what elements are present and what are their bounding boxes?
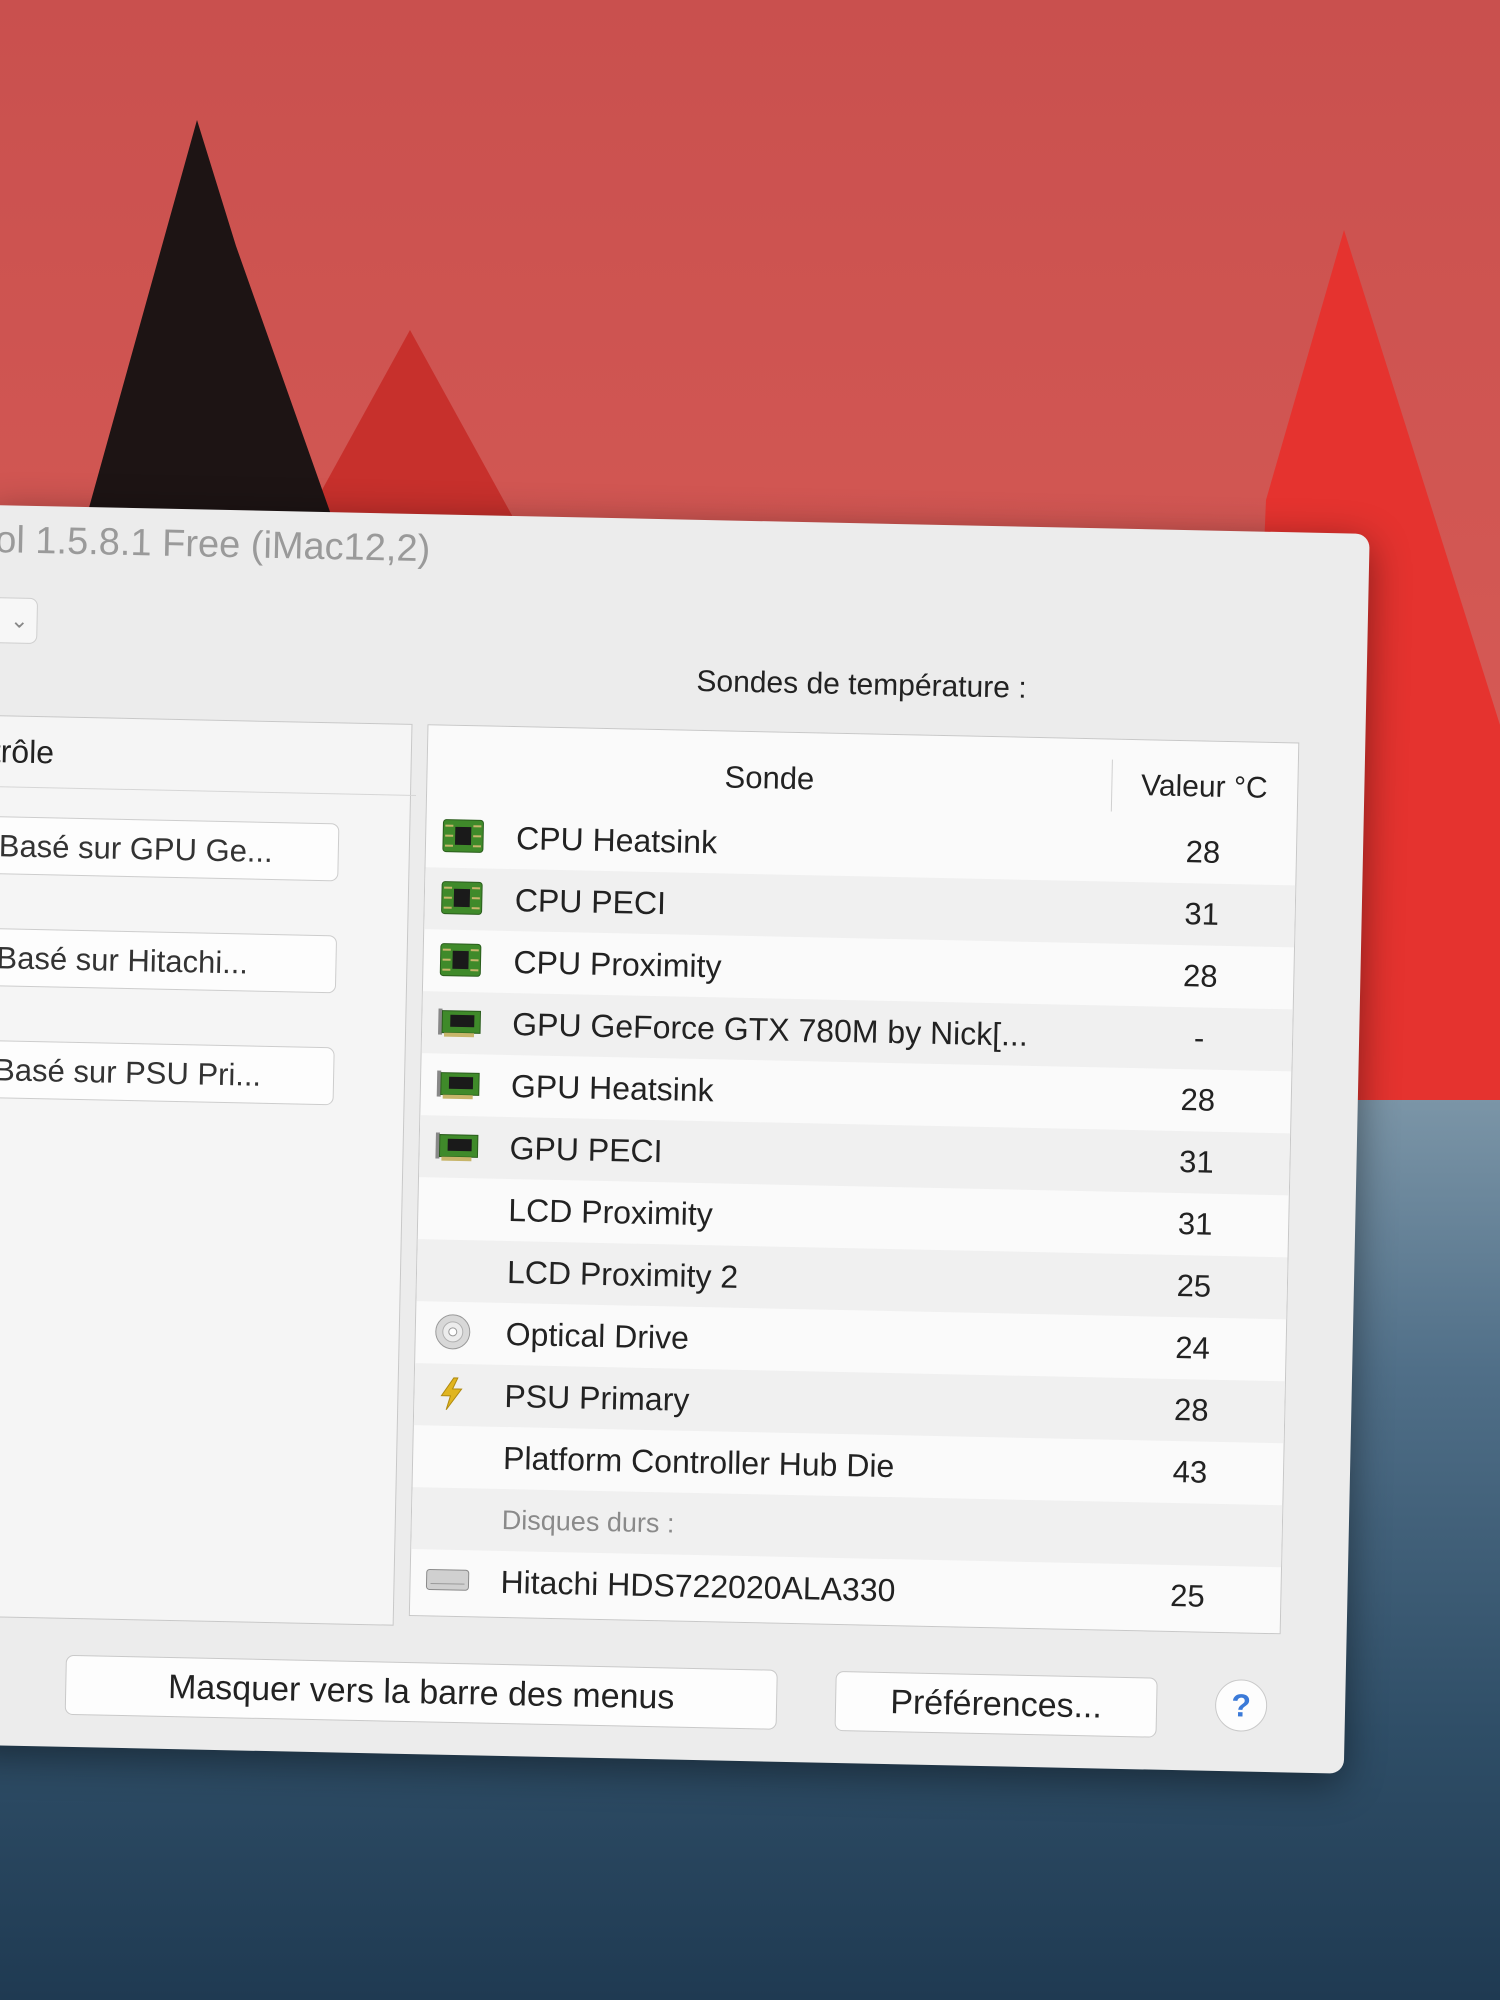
sensor-table: Sonde Valeur °C CPU Heatsink 28 CPU PECI 31… (408, 724, 1300, 1635)
hard-drive-icon (424, 1559, 471, 1600)
sensor-value: 24 (1174, 1330, 1211, 1366)
sensor-value: 28 (1173, 1391, 1209, 1428)
preferences-button[interactable]: Préférences... (834, 1670, 1158, 1738)
chevron-down-icon: ⌄ (9, 607, 29, 633)
sensors-section-label: Sondes de température : (696, 664, 1027, 705)
sensor-value: 25 (1169, 1577, 1206, 1614)
sensor-name: Hitachi HDS722020ALA330 (500, 1563, 896, 1609)
hide-to-menubar-button[interactable]: Masquer vers la barre des menus (64, 1654, 778, 1730)
sensor-name: LCD Proximity 2 (506, 1254, 739, 1295)
sensor-value: 43 (1172, 1453, 1208, 1490)
sensor-name: Platform Controller Hub Die (502, 1439, 895, 1485)
fan-control-button-1[interactable]: Basé sur GPU Ge... (0, 815, 340, 882)
gpu-card-icon (436, 1001, 483, 1042)
column-header-sonde[interactable]: Sonde (426, 745, 1113, 812)
gpu-card-icon (435, 1063, 482, 1104)
gpu-card-icon (433, 1125, 480, 1166)
fan-control-button-2[interactable]: Basé sur Hitachi... (0, 927, 338, 994)
sensor-value: 31 (1184, 896, 1220, 932)
cpu-chip-icon (437, 939, 484, 980)
sensor-name: CPU Proximity (513, 944, 722, 985)
app-window: ol 1.5.8.1 Free (iMac12,2) ⌄ trôle Basé … (0, 505, 1370, 1774)
preset-dropdown[interactable]: ⌄ (0, 596, 39, 645)
cpu-chip-icon (440, 816, 487, 857)
sensor-value: 25 (1176, 1268, 1212, 1304)
column-header-valeur[interactable]: Valeur °C (1111, 760, 1298, 816)
control-header: trôle (0, 715, 418, 796)
sensor-value: - (1193, 1020, 1205, 1056)
control-panel: trôle Basé sur GPU Ge... Basé sur Hitach… (0, 714, 418, 1626)
sensor-name: CPU PECI (514, 882, 667, 922)
wallpaper-peak (300, 330, 520, 530)
lightning-icon (428, 1373, 475, 1414)
cpu-chip-icon (438, 877, 485, 918)
sensor-name: GPU GeForce GTX 780M by Nick[... (511, 1006, 1029, 1053)
sensor-value: 28 (1185, 834, 1221, 870)
sensor-name: LCD Proximity (507, 1192, 714, 1233)
sensor-name: CPU Heatsink (515, 820, 718, 861)
sensor-value: 28 (1182, 958, 1218, 994)
help-button[interactable]: ? (1214, 1678, 1268, 1733)
window-title: ol 1.5.8.1 Free (iMac12,2) (0, 519, 431, 571)
title-bar[interactable]: ol 1.5.8.1 Free (iMac12,2) (0, 505, 1370, 604)
optical-disc-icon (429, 1311, 476, 1352)
sensor-name: PSU Primary (504, 1377, 690, 1418)
sensor-name: Optical Drive (505, 1315, 690, 1356)
sensor-name: GPU PECI (509, 1130, 663, 1170)
disks-section-label: Disques durs : (501, 1504, 675, 1539)
sensor-value: 28 (1180, 1082, 1216, 1118)
sensor-value: 31 (1178, 1144, 1215, 1180)
sensor-name: GPU Heatsink (510, 1068, 715, 1109)
fan-control-button-3[interactable]: Basé sur PSU Pri... (0, 1039, 335, 1106)
sensor-value: 31 (1177, 1206, 1213, 1242)
wallpaper-peak-dark (80, 120, 340, 540)
